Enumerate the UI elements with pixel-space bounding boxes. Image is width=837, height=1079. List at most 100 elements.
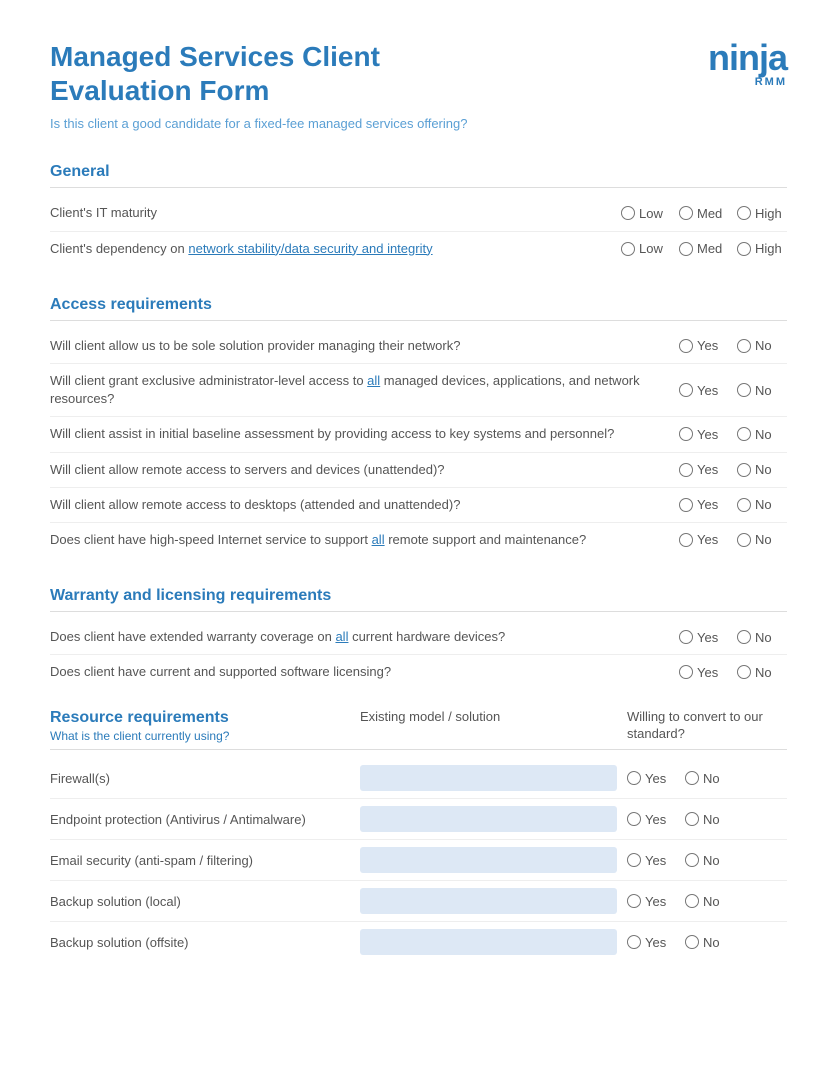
high-speed-no[interactable]: No <box>737 532 787 547</box>
remote-desktops-no-radio[interactable] <box>737 498 751 512</box>
admin-access-no[interactable]: No <box>737 383 787 398</box>
backup-local-label: Backup solution (local) <box>50 894 350 909</box>
firewall-yes[interactable]: Yes <box>627 771 677 786</box>
email-yes-radio[interactable] <box>627 853 641 867</box>
high-speed-yes[interactable]: Yes <box>679 532 729 547</box>
firewall-radio-group: Yes No <box>627 771 787 786</box>
it-maturity-med-label[interactable]: Med <box>697 206 722 221</box>
dependency-low-label[interactable]: Low <box>639 241 663 256</box>
endpoint-input-wrapper[interactable] <box>360 806 617 832</box>
firewall-yes-radio[interactable] <box>627 771 641 785</box>
firewall-no-radio[interactable] <box>685 771 699 785</box>
dependency-low-radio[interactable] <box>621 242 635 256</box>
warranty-yes-radio[interactable] <box>679 630 693 644</box>
resource-subtitle: What is the client currently using? <box>50 729 350 743</box>
it-maturity-low-label[interactable]: Low <box>639 206 663 221</box>
section-resource: Resource requirements What is the client… <box>50 709 787 962</box>
warranty-no[interactable]: No <box>737 630 787 645</box>
baseline-options: Yes No <box>679 427 787 442</box>
baseline-no-radio[interactable] <box>737 427 751 441</box>
admin-access-no-radio[interactable] <box>737 383 751 397</box>
baseline-yes-radio[interactable] <box>679 427 693 441</box>
sole-provider-yes[interactable]: Yes <box>679 338 729 353</box>
endpoint-no-radio[interactable] <box>685 812 699 826</box>
remote-desktops-no[interactable]: No <box>737 497 787 512</box>
backup-offsite-yes[interactable]: Yes <box>627 935 677 950</box>
high-speed-yes-radio[interactable] <box>679 533 693 547</box>
logo: ninja RMM <box>708 40 787 88</box>
it-maturity-low[interactable]: Low <box>621 206 671 221</box>
dependency-med-radio[interactable] <box>679 242 693 256</box>
dependency-high[interactable]: High <box>737 241 787 256</box>
it-maturity-med-radio[interactable] <box>679 206 693 220</box>
backup-local-input[interactable] <box>360 888 617 914</box>
firewall-input-wrapper[interactable] <box>360 765 617 791</box>
email-yes[interactable]: Yes <box>627 853 677 868</box>
email-no-radio[interactable] <box>685 853 699 867</box>
it-maturity-high-label[interactable]: High <box>755 206 782 221</box>
remote-desktops-yes-radio[interactable] <box>679 498 693 512</box>
resource-title: Resource requirements <box>50 709 350 727</box>
software-licensing-yes-radio[interactable] <box>679 665 693 679</box>
admin-access-yes[interactable]: Yes <box>679 383 729 398</box>
it-maturity-high-radio[interactable] <box>737 206 751 220</box>
software-licensing-no[interactable]: No <box>737 665 787 680</box>
resource-row-backup-local: Backup solution (local) Yes No <box>50 881 787 922</box>
software-licensing-yes[interactable]: Yes <box>679 665 729 680</box>
row-high-speed: Does client have high-speed Internet ser… <box>50 523 787 557</box>
high-speed-no-radio[interactable] <box>737 533 751 547</box>
backup-offsite-input-wrapper[interactable] <box>360 929 617 955</box>
remote-desktops-yes[interactable]: Yes <box>679 497 729 512</box>
backup-offsite-input[interactable] <box>360 929 617 955</box>
general-title: General <box>50 153 787 188</box>
warranty-no-radio[interactable] <box>737 630 751 644</box>
sole-provider-options: Yes No <box>679 338 787 353</box>
remote-desktops-options: Yes No <box>679 497 787 512</box>
admin-access-yes-radio[interactable] <box>679 383 693 397</box>
endpoint-yes-radio[interactable] <box>627 812 641 826</box>
email-no[interactable]: No <box>685 853 735 868</box>
firewall-no[interactable]: No <box>685 771 735 786</box>
backup-offsite-no[interactable]: No <box>685 935 735 950</box>
backup-local-input-wrapper[interactable] <box>360 888 617 914</box>
remote-servers-yes-radio[interactable] <box>679 463 693 477</box>
backup-local-no-radio[interactable] <box>685 894 699 908</box>
resource-header: Resource requirements What is the client… <box>50 709 787 750</box>
dependency-med-label[interactable]: Med <box>697 241 722 256</box>
sole-provider-no[interactable]: No <box>737 338 787 353</box>
remote-servers-no-radio[interactable] <box>737 463 751 477</box>
section-access: Access requirements Will client allow us… <box>50 286 787 557</box>
sole-provider-no-radio[interactable] <box>737 339 751 353</box>
page-subtitle: Is this client a good candidate for a fi… <box>50 115 467 133</box>
software-licensing-no-radio[interactable] <box>737 665 751 679</box>
email-input-wrapper[interactable] <box>360 847 617 873</box>
resource-title-block: Resource requirements What is the client… <box>50 709 350 743</box>
dependency-low[interactable]: Low <box>621 241 671 256</box>
dependency-high-label[interactable]: High <box>755 241 782 256</box>
remote-servers-no[interactable]: No <box>737 462 787 477</box>
endpoint-input[interactable] <box>360 806 617 832</box>
endpoint-yes[interactable]: Yes <box>627 812 677 827</box>
baseline-yes[interactable]: Yes <box>679 427 729 442</box>
backup-offsite-yes-radio[interactable] <box>627 935 641 949</box>
sole-provider-label: Will client allow us to be sole solution… <box>50 337 679 355</box>
backup-local-no[interactable]: No <box>685 894 735 909</box>
warranty-yes[interactable]: Yes <box>679 630 729 645</box>
firewall-input[interactable] <box>360 765 617 791</box>
baseline-no[interactable]: No <box>737 427 787 442</box>
backup-offsite-no-radio[interactable] <box>685 935 699 949</box>
email-input[interactable] <box>360 847 617 873</box>
dependency-med[interactable]: Med <box>679 241 729 256</box>
dependency-label: Client's dependency on network stability… <box>50 240 621 258</box>
row-remote-desktops: Will client allow remote access to deskt… <box>50 488 787 523</box>
it-maturity-high[interactable]: High <box>737 206 787 221</box>
backup-local-yes[interactable]: Yes <box>627 894 677 909</box>
remote-servers-yes[interactable]: Yes <box>679 462 729 477</box>
dependency-high-radio[interactable] <box>737 242 751 256</box>
it-maturity-low-radio[interactable] <box>621 206 635 220</box>
it-maturity-med[interactable]: Med <box>679 206 729 221</box>
backup-local-yes-radio[interactable] <box>627 894 641 908</box>
sole-provider-yes-radio[interactable] <box>679 339 693 353</box>
remote-servers-label: Will client allow remote access to serve… <box>50 461 679 479</box>
endpoint-no[interactable]: No <box>685 812 735 827</box>
